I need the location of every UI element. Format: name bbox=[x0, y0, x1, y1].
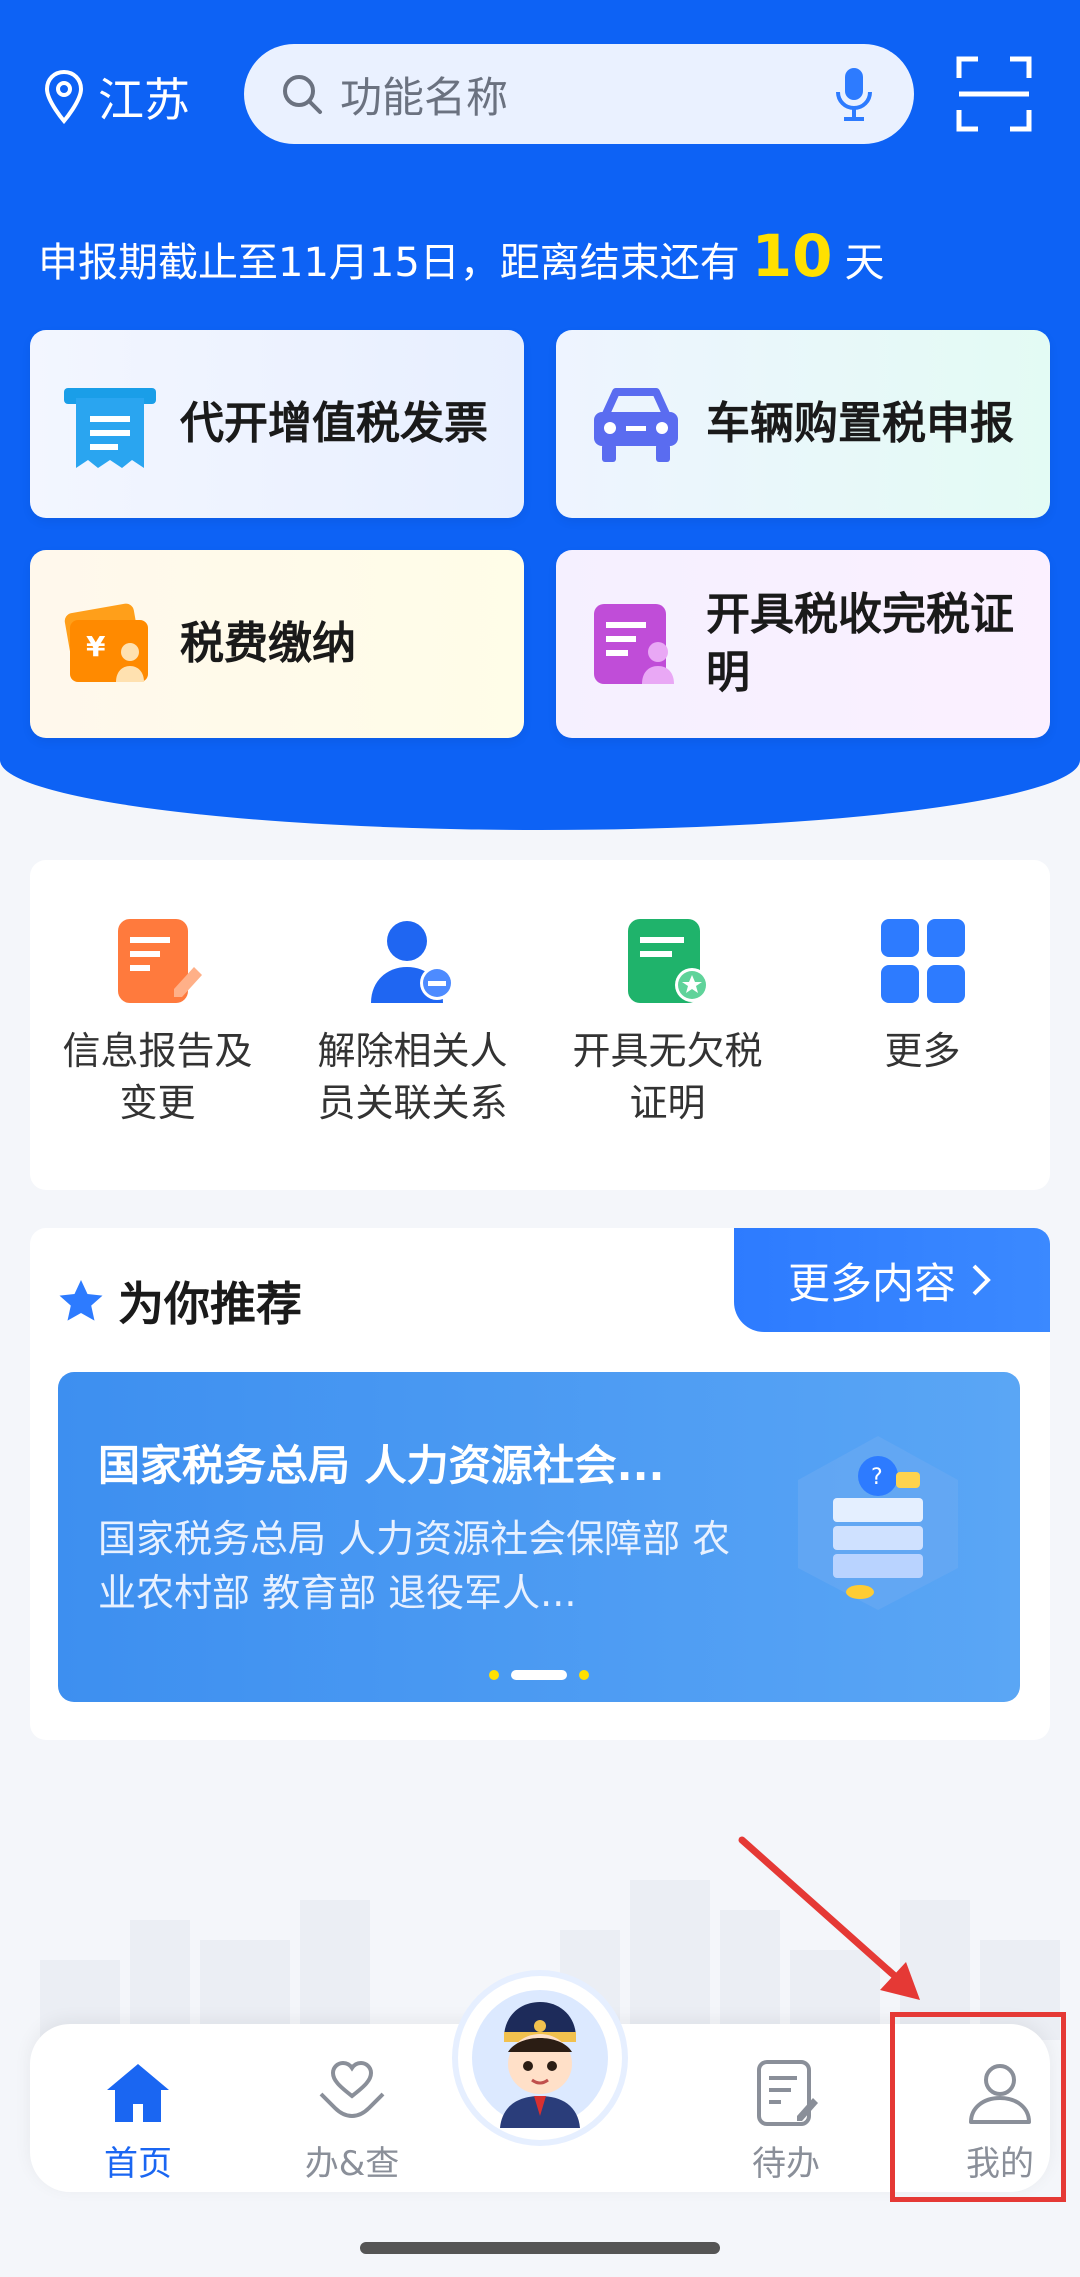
deadline-notice: 申报期截止至11月15日，距离结束还有 10 天 bbox=[38, 222, 885, 290]
search-placeholder: 功能名称 bbox=[340, 72, 509, 122]
nav-handle-query[interactable]: 办&查 bbox=[262, 2024, 442, 2192]
quick-more[interactable]: 更多 bbox=[795, 860, 1050, 1190]
quick-unlink-relation[interactable]: 解除相关人员关联关系 bbox=[285, 860, 540, 1190]
more-content-label: 更多内容 bbox=[787, 1258, 956, 1308]
nav-todo[interactable]: 待办 bbox=[696, 2024, 876, 2192]
recommend-title: 为你推荐 bbox=[118, 1277, 302, 1331]
search-icon bbox=[283, 75, 322, 114]
quick-label: 解除相关人员关联关系 bbox=[317, 1029, 508, 1125]
svg-text:?: ? bbox=[871, 1465, 883, 1490]
heart-hands-icon bbox=[319, 2060, 385, 2119]
card-vat-invoice[interactable]: 代开增值税发票 bbox=[30, 330, 524, 518]
deadline-unit: 天 bbox=[844, 240, 885, 286]
recommend-banner[interactable]: 国家税务总局 人力资源社会... 国家税务总局 人力资源社会保障部 农业农村部 … bbox=[58, 1372, 1020, 1702]
recommend-panel: 为你推荐 更多内容 国家税务总局 人力资源社会... 国家税务总局 人力资源社会… bbox=[30, 1228, 1050, 1740]
home-indicator[interactable] bbox=[360, 2242, 720, 2254]
location-selector[interactable]: 江苏 bbox=[44, 62, 190, 132]
quick-no-arrears-cert[interactable]: 开具无欠税证明 bbox=[540, 860, 795, 1190]
nav-label: 首页 bbox=[104, 2144, 172, 2184]
assistant-avatar-icon bbox=[472, 1990, 608, 2128]
wallet-icon: ¥ bbox=[64, 603, 148, 682]
search-input[interactable]: 功能名称 bbox=[244, 44, 914, 144]
database-illustration-icon: ? bbox=[798, 1436, 958, 1610]
quick-functions-panel: 信息报告及变更 解除相关人员关联关系 开具无欠税证明 更多 bbox=[30, 860, 1050, 1190]
certificate-star-icon bbox=[627, 919, 709, 1003]
microphone-icon[interactable] bbox=[834, 66, 874, 122]
banner-title: 国家税务总局 人力资源社会... bbox=[98, 1441, 665, 1490]
carousel-dot-active[interactable] bbox=[511, 1670, 567, 1680]
highlight-box bbox=[890, 2012, 1066, 2202]
card-label: 税费缴纳 bbox=[180, 618, 356, 669]
more-content-button[interactable]: 更多内容 bbox=[734, 1228, 1050, 1332]
user-remove-icon bbox=[370, 921, 454, 1003]
scan-icon[interactable] bbox=[956, 56, 1032, 132]
star-icon bbox=[59, 1280, 103, 1321]
location-pin-icon bbox=[44, 70, 84, 124]
quick-label: 信息报告及变更 bbox=[62, 1029, 253, 1125]
deadline-text: 申报期截止至11月15日，距离结束还有 bbox=[38, 240, 740, 286]
card-tax-payment[interactable]: ¥ 税费缴纳 bbox=[30, 550, 524, 738]
carousel-dot[interactable] bbox=[489, 1670, 499, 1680]
recommend-header: 为你推荐 bbox=[58, 1268, 302, 1334]
deadline-days: 10 bbox=[751, 222, 833, 290]
nav-label: 办&查 bbox=[304, 2144, 400, 2184]
banner-description: 国家税务总局 人力资源社会保障部 农业农村部 教育部 退役军人... bbox=[98, 1517, 731, 1615]
chevron-right-icon bbox=[972, 1264, 991, 1296]
assistant-avatar-button[interactable] bbox=[458, 1976, 622, 2140]
home-icon bbox=[107, 2064, 169, 2122]
quick-label: 开具无欠税证明 bbox=[572, 1029, 763, 1125]
card-label: 开具税收完税证明 bbox=[706, 589, 1014, 698]
certificate-icon bbox=[594, 604, 674, 684]
nav-label: 待办 bbox=[752, 2144, 820, 2184]
card-label: 车辆购置税申报 bbox=[706, 398, 1014, 449]
grid-icon bbox=[880, 919, 965, 1003]
quick-label: 更多 bbox=[884, 1029, 961, 1073]
location-label: 江苏 bbox=[98, 73, 190, 127]
invoice-icon bbox=[64, 388, 156, 468]
edit-document-icon bbox=[117, 919, 202, 1003]
card-tax-certificate[interactable]: 开具税收完税证明 bbox=[556, 550, 1050, 738]
todo-icon bbox=[757, 2060, 818, 2126]
svg-text:¥: ¥ bbox=[86, 630, 106, 663]
carousel-indicator bbox=[58, 1670, 1020, 1680]
annotation-arrow-icon bbox=[738, 1836, 920, 2000]
carousel-dot[interactable] bbox=[579, 1670, 589, 1680]
nav-home[interactable]: 首页 bbox=[48, 2024, 228, 2192]
card-vehicle-tax[interactable]: 车辆购置税申报 bbox=[556, 330, 1050, 518]
card-label: 代开增值税发票 bbox=[180, 398, 488, 449]
car-icon bbox=[594, 388, 678, 462]
quick-info-report[interactable]: 信息报告及变更 bbox=[30, 860, 285, 1190]
